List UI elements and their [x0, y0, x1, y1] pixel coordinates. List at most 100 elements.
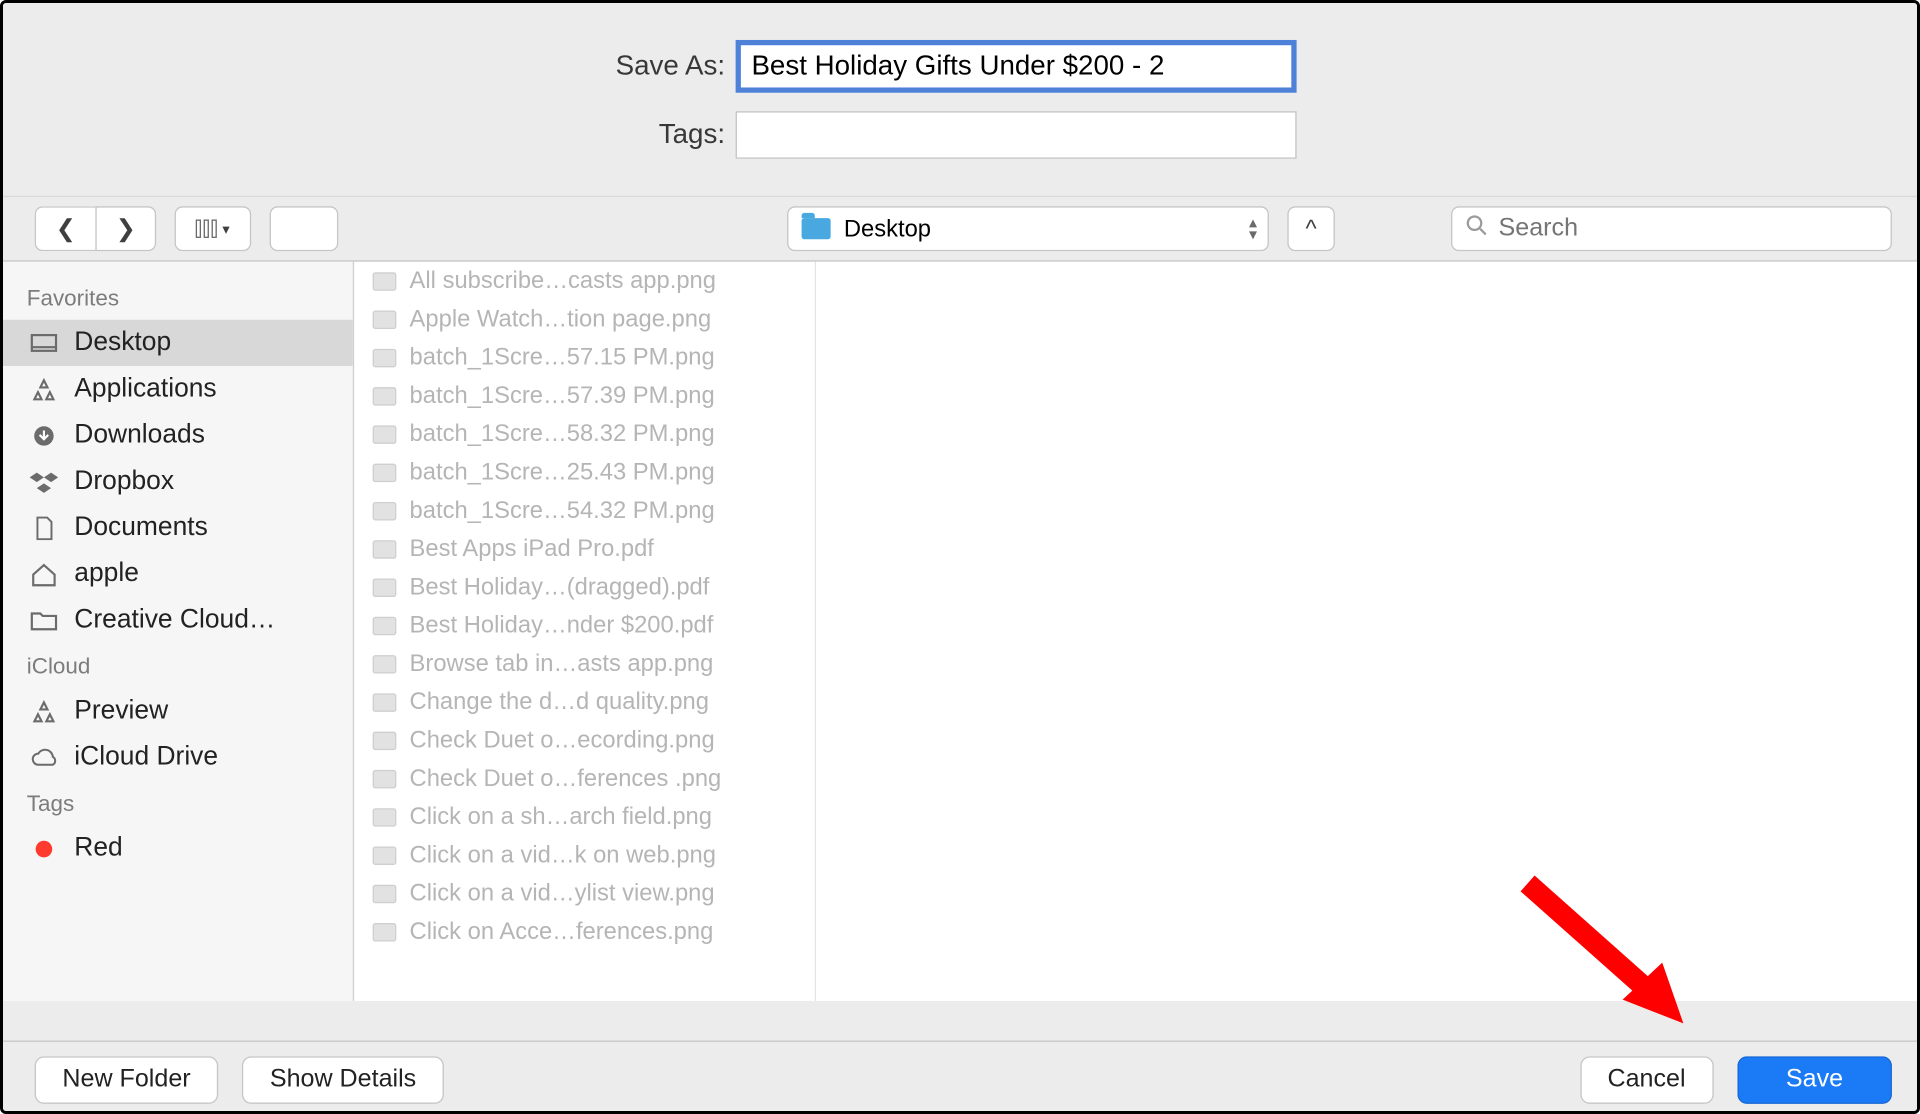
file-name: batch_1Scre…25.43 PM.png	[410, 458, 715, 486]
file-item[interactable]: Best Holiday…nder $200.pdf	[354, 606, 815, 644]
file-icon	[373, 425, 397, 443]
chevron-updown-icon: ▴▾	[1249, 217, 1257, 241]
sidebar-group-favorites: Favorites	[3, 275, 353, 320]
tags-input[interactable]	[736, 111, 1297, 159]
chevron-up-icon: ^	[1306, 215, 1317, 243]
location-name: Desktop	[844, 215, 931, 243]
footer: New Folder Show Details Cancel Save	[3, 1041, 1920, 1114]
search-icon	[1466, 214, 1488, 243]
download-icon	[29, 423, 58, 447]
sidebar-item-red[interactable]: Red	[3, 825, 353, 871]
collapse-button[interactable]: ^	[1287, 206, 1335, 251]
file-icon	[373, 463, 397, 481]
file-name: Click on a sh…arch field.png	[410, 803, 712, 831]
sidebar-item-label: Applications	[74, 374, 216, 404]
tags-label: Tags:	[3, 119, 736, 151]
sidebar-item-creativecloud[interactable]: Creative Cloud…	[3, 597, 353, 643]
sidebar-item-downloads[interactable]: Downloads	[3, 412, 353, 458]
home-icon	[29, 562, 58, 586]
reddot-icon	[29, 837, 58, 861]
file-name: batch_1Scre…57.39 PM.png	[410, 382, 715, 410]
sidebar-item-label: Downloads	[74, 420, 205, 450]
sidebar-item-iclouddrive[interactable]: iCloud Drive	[3, 734, 353, 780]
file-item[interactable]: All subscribe…casts app.png	[354, 262, 815, 300]
file-name: Change the d…d quality.png	[410, 688, 709, 716]
file-item[interactable]: Click on a vid…k on web.png	[354, 836, 815, 874]
chevron-left-icon: ❮	[56, 215, 76, 243]
file-icon	[373, 348, 397, 366]
file-item[interactable]: batch_1Scre…54.32 PM.png	[354, 491, 815, 529]
save-header: Save As: Tags:	[3, 3, 1920, 196]
file-item[interactable]: batch_1Scre…57.15 PM.png	[354, 338, 815, 376]
file-item[interactable]: Apple Watch…tion page.png	[354, 300, 815, 338]
sidebar-item-label: Preview	[74, 696, 168, 726]
folder-icon	[802, 218, 831, 239]
file-item[interactable]: Check Duet o…ferences .png	[354, 759, 815, 797]
preview-pane	[816, 262, 1920, 1001]
file-item[interactable]: batch_1Scre…58.32 PM.png	[354, 415, 815, 453]
sidebar-item-desktop[interactable]: Desktop	[3, 320, 353, 366]
file-name: All subscribe…casts app.png	[410, 267, 716, 295]
file-icon	[373, 310, 397, 328]
cancel-button[interactable]: Cancel	[1580, 1056, 1714, 1104]
sidebar-item-documents[interactable]: Documents	[3, 505, 353, 551]
toolbar: ❮ ❯ ▾ Desktop ▴▾ ^	[3, 196, 1920, 262]
file-item[interactable]: Click on a sh…arch field.png	[354, 798, 815, 836]
doc-icon	[29, 516, 58, 540]
file-name: Best Apps iPad Pro.pdf	[410, 535, 654, 563]
save-as-label: Save As:	[3, 51, 736, 83]
sidebar-item-apple[interactable]: apple	[3, 551, 353, 597]
file-icon	[373, 654, 397, 672]
sidebar-item-label: Creative Cloud…	[74, 605, 275, 635]
file-item[interactable]: batch_1Scre…25.43 PM.png	[354, 453, 815, 491]
file-icon	[373, 846, 397, 864]
view-mode-button[interactable]: ▾	[175, 206, 252, 251]
file-icon	[373, 884, 397, 902]
file-icon	[373, 272, 397, 290]
file-list: All subscribe…casts app.png Apple Watch…t…	[354, 262, 816, 1001]
location-popup[interactable]: Desktop ▴▾	[787, 206, 1269, 251]
file-item[interactable]: Browse tab in…asts app.png	[354, 645, 815, 683]
file-name: Browse tab in…asts app.png	[410, 650, 714, 678]
cloud-icon	[29, 746, 58, 770]
file-icon	[373, 616, 397, 634]
chevron-down-icon: ▾	[222, 220, 229, 237]
dropbox-icon	[29, 470, 58, 494]
sidebar-group-icloud: iCloud	[3, 643, 353, 688]
file-icon	[373, 693, 397, 711]
file-item[interactable]: Best Holiday…(dragged).pdf	[354, 568, 815, 606]
file-item[interactable]: Change the d…d quality.png	[354, 683, 815, 721]
file-name: Click on a vid…ylist view.png	[410, 879, 715, 907]
file-item[interactable]: Click on Acce…ferences.png	[354, 912, 815, 950]
sidebar-item-applications[interactable]: Applications	[3, 366, 353, 412]
file-name: Check Duet o…ecording.png	[410, 726, 715, 754]
forward-button[interactable]: ❯	[95, 206, 156, 251]
file-name: batch_1Scre…57.15 PM.png	[410, 344, 715, 372]
sidebar-item-label: iCloud Drive	[74, 742, 218, 772]
sidebar-item-label: Dropbox	[74, 466, 174, 496]
save-button[interactable]: Save	[1737, 1056, 1892, 1104]
back-button[interactable]: ❮	[35, 206, 96, 251]
file-icon	[373, 578, 397, 596]
file-item[interactable]: Check Duet o…ecording.png	[354, 721, 815, 759]
file-item[interactable]: Best Apps iPad Pro.pdf	[354, 530, 815, 568]
sidebar-group-tags: Tags	[3, 780, 353, 825]
sidebar-item-preview[interactable]: Preview	[3, 688, 353, 734]
new-folder-button[interactable]: New Folder	[35, 1056, 219, 1104]
file-icon	[373, 922, 397, 940]
sidebar: Favorites Desktop Applications Downloads Dro…	[3, 262, 354, 1001]
sidebar-item-label: Desktop	[74, 328, 171, 358]
file-name: Best Holiday…(dragged).pdf	[410, 573, 710, 601]
show-details-button[interactable]: Show Details	[242, 1056, 444, 1104]
search-input[interactable]	[1499, 214, 1878, 243]
file-name: Click on a vid…k on web.png	[410, 841, 716, 869]
file-item[interactable]: Click on a vid…ylist view.png	[354, 874, 815, 912]
save-as-input[interactable]	[736, 40, 1297, 93]
sidebar-item-dropbox[interactable]: Dropbox	[3, 458, 353, 504]
group-button[interactable]	[270, 206, 339, 251]
search-field[interactable]	[1451, 206, 1892, 251]
file-icon	[373, 386, 397, 404]
file-name: batch_1Scre…54.32 PM.png	[410, 497, 715, 525]
file-icon	[373, 808, 397, 826]
file-item[interactable]: batch_1Scre…57.39 PM.png	[354, 377, 815, 415]
